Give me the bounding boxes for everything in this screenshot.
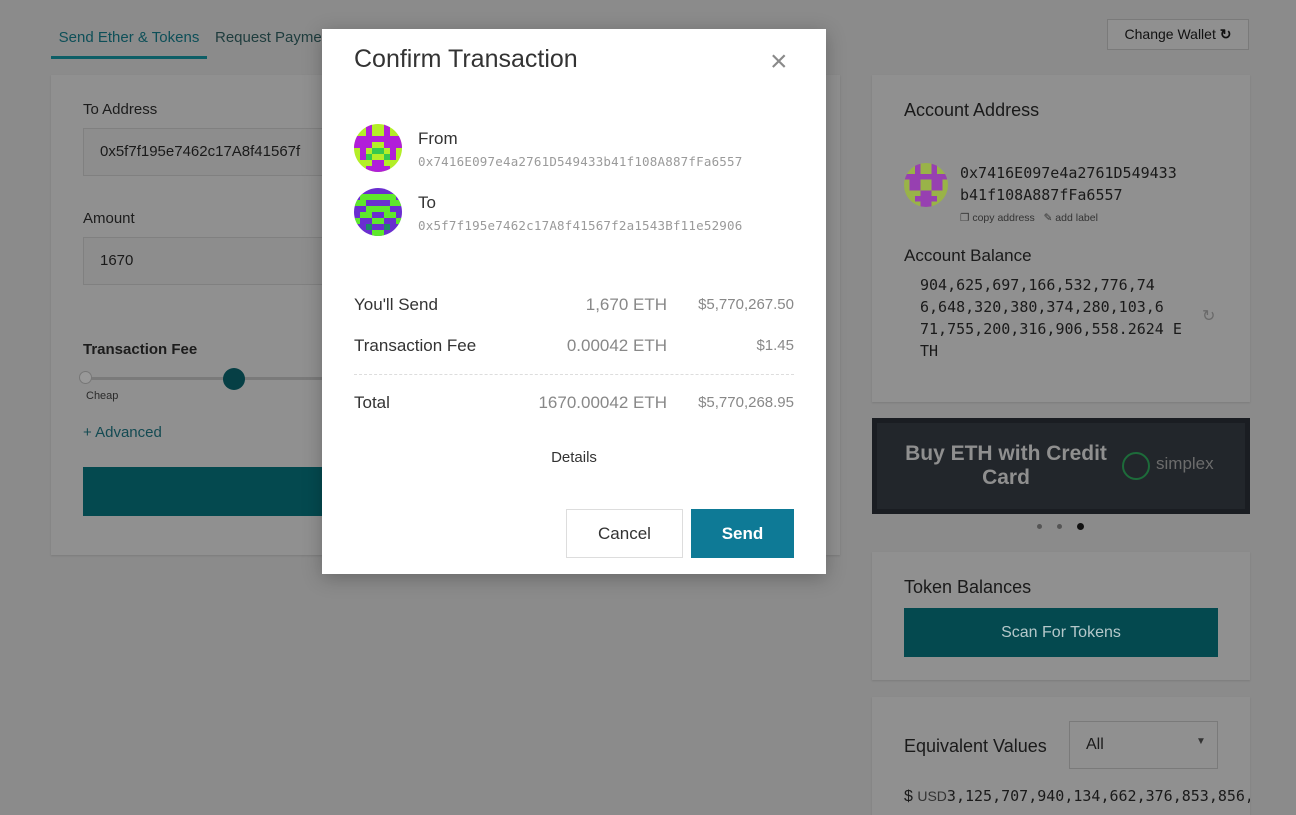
- currency-select-value: All: [1086, 736, 1104, 753]
- currency-symbol: $: [904, 788, 913, 805]
- cancel-button[interactable]: Cancel: [566, 509, 683, 558]
- balance-line: TH: [920, 342, 939, 360]
- total-usd: $5,770,268.95: [698, 394, 794, 411]
- advanced-link[interactable]: + Advanced: [83, 424, 162, 441]
- send-button[interactable]: Send: [691, 509, 794, 558]
- account-card: Account Address 0x7416E097e4a2761D549433…: [872, 75, 1250, 402]
- banner-line: Card: [982, 466, 1030, 489]
- to-address: 0x5f7f195e7462c17A8f41567f2a1543Bf11e529…: [418, 218, 743, 233]
- balance-line: 6,648,320,380,374,280,103,6: [920, 298, 1164, 316]
- amount-input[interactable]: 1670: [83, 237, 343, 285]
- fee-slider-handle[interactable]: [223, 368, 245, 390]
- from-address: 0x7416E097e4a2761D549433b41f108A887fFa65…: [418, 154, 743, 169]
- pencil-icon: ✎: [1043, 212, 1053, 224]
- account-identicon: [904, 163, 948, 207]
- scan-for-tokens-button[interactable]: Scan For Tokens: [904, 608, 1218, 657]
- to-address-input[interactable]: 0x5f7f195e7462c17A8f41567f: [83, 128, 343, 176]
- total-eth: 1670.00042 ETH: [538, 393, 667, 412]
- close-icon[interactable]: ×: [770, 47, 788, 77]
- totals-divider: [354, 374, 794, 375]
- copy-icon: ❐: [960, 212, 970, 224]
- account-address-line2: b41f108A887fFa6557: [960, 186, 1123, 204]
- transaction-fee-label: Transaction Fee: [83, 341, 198, 358]
- send-amount-eth: 1,670 ETH: [585, 295, 667, 314]
- refresh-icon: ↻: [1219, 26, 1232, 42]
- tab-request-payment[interactable]: Request Payment: [215, 22, 334, 56]
- currency-code: USD: [917, 788, 947, 804]
- amount-label: Amount: [83, 210, 135, 227]
- equivalent-values-title: Equivalent Values: [904, 736, 1047, 756]
- account-balance-title: Account Balance: [904, 246, 1032, 265]
- to-address-label: To Address: [83, 101, 158, 118]
- add-label-link[interactable]: add label: [1055, 212, 1098, 224]
- equivalent-value: 3,125,707,940,134,662,376,853,856,: [946, 787, 1250, 805]
- banner-text: Buy ETH with Credit Card: [896, 442, 1116, 490]
- account-address-title: Account Address: [904, 100, 1040, 120]
- token-balances-card: Token Balances Scan For Tokens: [872, 552, 1250, 680]
- buy-eth-banner[interactable]: Buy ETH with Credit Card simplex: [872, 418, 1250, 514]
- equivalent-value-row: $ USD3,125,707,940,134,662,376,853,856,: [904, 787, 1250, 806]
- send-amount-label: You'll Send: [354, 295, 438, 314]
- carousel-dot[interactable]: [1057, 524, 1062, 529]
- change-wallet-button[interactable]: Change Wallet ↻: [1107, 19, 1249, 50]
- refresh-balance-icon[interactable]: ↻: [1202, 306, 1215, 326]
- confirm-transaction-modal: Confirm Transaction × From 0x7416E097e4a…: [322, 29, 826, 574]
- send-transaction-button[interactable]: [83, 467, 343, 516]
- chevron-down-icon: ▼: [1196, 736, 1206, 747]
- simplex-logo-icon: [1122, 452, 1150, 480]
- token-balances-title: Token Balances: [904, 577, 1032, 597]
- carousel-dot-active[interactable]: [1077, 523, 1084, 530]
- change-wallet-label: Change Wallet: [1124, 26, 1216, 42]
- transaction-fee-eth: 0.00042 ETH: [566, 336, 667, 355]
- to-label: To: [418, 193, 436, 212]
- fee-cheap-label: Cheap: [86, 390, 119, 402]
- modal-title: Confirm Transaction: [354, 45, 578, 73]
- address-actions: ❐ copy address ✎ add label: [960, 212, 1098, 224]
- fee-slider-track[interactable]: [83, 377, 323, 380]
- account-address-line1: 0x7416E097e4a2761D549433: [960, 164, 1177, 182]
- carousel-dots: [1037, 523, 1087, 531]
- simplex-brand: simplex: [1156, 454, 1214, 473]
- from-label: From: [418, 129, 458, 148]
- balance-line: 71,755,200,316,906,558.2624 E: [920, 320, 1182, 338]
- balance-line: 904,625,697,166,532,776,74: [920, 276, 1155, 294]
- currency-select[interactable]: All ▼: [1069, 721, 1218, 769]
- fee-slider-min-dot: [79, 371, 92, 384]
- total-label: Total: [354, 393, 390, 412]
- from-identicon: [354, 124, 402, 172]
- transaction-fee-usd: $1.45: [756, 337, 794, 354]
- send-amount-usd: $5,770,267.50: [698, 296, 794, 313]
- copy-address-link[interactable]: copy address: [972, 212, 1034, 224]
- account-balance-value: 904,625,697,166,532,776,74 6,648,320,380…: [920, 274, 1182, 362]
- tab-send-ether-tokens[interactable]: Send Ether & Tokens: [51, 22, 207, 59]
- transaction-fee-row-label: Transaction Fee: [354, 336, 477, 355]
- to-identicon: [354, 188, 402, 236]
- banner-line: Buy ETH with Credit: [905, 442, 1107, 465]
- carousel-dot[interactable]: [1037, 524, 1042, 529]
- equivalent-values-card: Equivalent Values All ▼ $ USD3,125,707,9…: [872, 697, 1250, 815]
- details-link[interactable]: Details: [322, 449, 826, 466]
